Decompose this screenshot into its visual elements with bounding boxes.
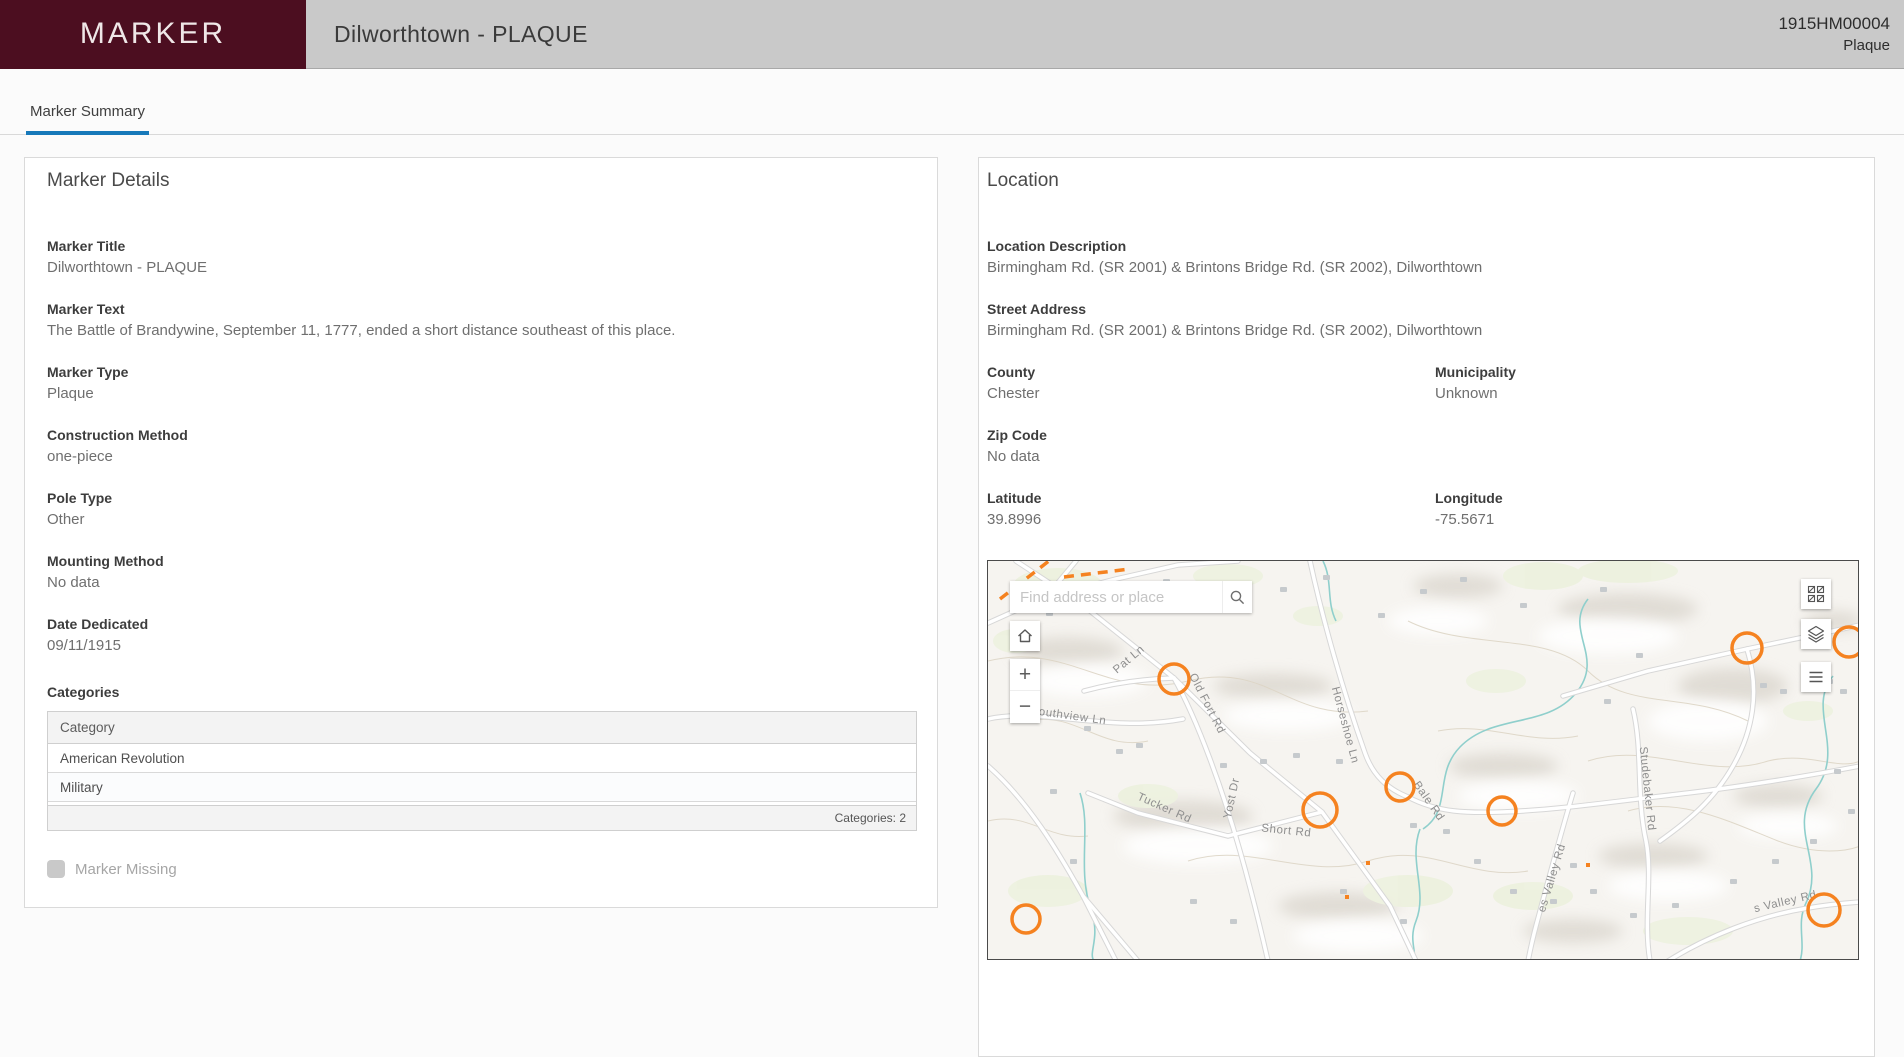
field-county: County Chester: [987, 364, 1435, 402]
categories-label: Categories: [47, 684, 120, 700]
field-value: No data: [47, 574, 100, 591]
categories-count: Categories: 2: [48, 805, 916, 830]
contour-lines: [988, 620, 1858, 874]
layers-icon: [1807, 625, 1825, 643]
field-value: -75.5671: [1435, 511, 1495, 528]
field-label: County: [987, 364, 1036, 380]
record-id: 1915HM00004: [1778, 13, 1890, 33]
layers-button[interactable]: [1801, 619, 1831, 649]
field-date-dedicated: Date Dedicated 09/11/1915: [47, 616, 915, 654]
record-info: 1915HM00004 Plaque: [1778, 12, 1890, 57]
map-search: [1010, 581, 1252, 613]
home-icon: [1018, 629, 1032, 643]
field-latitude: Latitude 39.8996: [987, 490, 1435, 528]
field-label: Date Dedicated: [47, 616, 149, 632]
tab-marker-summary[interactable]: Marker Summary: [26, 103, 150, 135]
tab-bar: Marker Summary: [0, 70, 1904, 135]
location-map[interactable]: Pat Ln Old Fort Rd Southview Ln Horsesho…: [987, 560, 1859, 960]
marker-details-panel: Marker Details Marker Title Dilworthtown…: [24, 157, 938, 908]
field-label: Pole Type: [47, 490, 113, 506]
page-title: Dilworthtown - PLAQUE: [334, 20, 588, 47]
section-title-location: Location: [987, 170, 1059, 191]
legend-button[interactable]: [1801, 662, 1831, 692]
field-label: Mounting Method: [47, 553, 164, 569]
field-value: Chester: [987, 385, 1040, 402]
field-value: Birmingham Rd. (SR 2001) & Brintons Brid…: [987, 259, 1483, 276]
field-value: Other: [47, 511, 85, 528]
field-location-description: Location Description Birmingham Rd. (SR …: [987, 238, 1866, 276]
search-icon: [1230, 590, 1245, 604]
field-value: 39.8996: [987, 511, 1042, 528]
field-longitude: Longitude -75.5671: [1435, 490, 1866, 528]
field-marker-text: Marker Text The Battle of Brandywine, Se…: [47, 301, 915, 339]
field-marker-type: Marker Type Plaque: [47, 364, 915, 402]
field-label: Latitude: [987, 490, 1042, 506]
app-logo: MARKER: [0, 0, 306, 69]
map-marker-circle[interactable]: [1010, 903, 1042, 935]
field-label: Municipality: [1435, 364, 1516, 380]
search-input[interactable]: [1010, 581, 1222, 613]
table-row[interactable]: American Revolution: [48, 744, 916, 773]
record-type: Plaque: [1843, 37, 1890, 55]
field-zip-code: Zip Code No data: [987, 427, 1866, 465]
field-label: Construction Method: [47, 427, 188, 443]
field-value: one-piece: [47, 448, 113, 465]
location-panel: Location Location Description Birmingham…: [978, 157, 1875, 1057]
field-value: Birmingham Rd. (SR 2001) & Brintons Brid…: [987, 322, 1483, 339]
field-label: Street Address: [987, 301, 1087, 317]
field-label: Marker Title: [47, 238, 126, 254]
field-label: Zip Code: [987, 427, 1047, 443]
field-label: Marker Text: [47, 301, 125, 317]
field-value: 09/11/1915: [47, 637, 121, 654]
field-construction-method: Construction Method one-piece: [47, 427, 915, 465]
marker-missing-row: Marker Missing: [47, 860, 915, 878]
field-marker-title: Marker Title Dilworthtown - PLAQUE: [47, 238, 915, 276]
basemap-gallery-button[interactable]: [1801, 579, 1831, 609]
field-value: Unknown: [1435, 385, 1498, 402]
marker-missing-label: Marker Missing: [75, 860, 177, 878]
section-title-marker-details: Marker Details: [47, 170, 170, 191]
zoom-controls: + −: [1010, 659, 1040, 723]
field-municipality: Municipality Unknown: [1435, 364, 1866, 402]
categories-table: Category American Revolution Military Ca…: [47, 711, 917, 831]
zoom-in-button[interactable]: +: [1010, 659, 1040, 691]
road-label: Short Rd: [1261, 822, 1312, 839]
map-marker-circle[interactable]: [1832, 625, 1859, 659]
field-value: No data: [987, 448, 1040, 465]
basemap-gallery-icon: [1807, 585, 1825, 603]
field-label: Longitude: [1435, 490, 1503, 506]
field-pole-type: Pole Type Other: [47, 490, 915, 528]
field-value: The Battle of Brandywine, September 11, …: [47, 322, 676, 339]
field-mounting-method: Mounting Method No data: [47, 553, 915, 591]
map-canvas: Pat Ln Old Fort Rd Southview Ln Horsesho…: [988, 561, 1859, 959]
field-label: Marker Type: [47, 364, 129, 380]
home-button[interactable]: [1010, 621, 1040, 651]
app-header: MARKER Dilworthtown - PLAQUE 1915HM00004…: [0, 0, 1904, 69]
field-street-address: Street Address Birmingham Rd. (SR 2001) …: [987, 301, 1866, 339]
zoom-out-button[interactable]: −: [1010, 691, 1040, 723]
field-value: Dilworthtown - PLAQUE: [47, 259, 208, 276]
field-value: Plaque: [47, 385, 94, 402]
marker-missing-checkbox[interactable]: [47, 860, 65, 878]
legend-list-icon: [1809, 671, 1823, 683]
table-row[interactable]: Military: [48, 773, 916, 802]
search-button[interactable]: [1222, 581, 1252, 613]
field-label: Location Description: [987, 238, 1127, 254]
categories-column-header: Category: [48, 712, 916, 744]
